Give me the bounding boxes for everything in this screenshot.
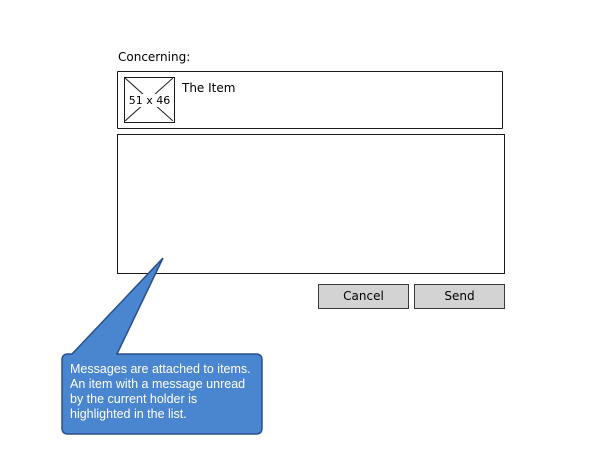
- annotation-text: Messages are attached to items. An item …: [70, 362, 251, 421]
